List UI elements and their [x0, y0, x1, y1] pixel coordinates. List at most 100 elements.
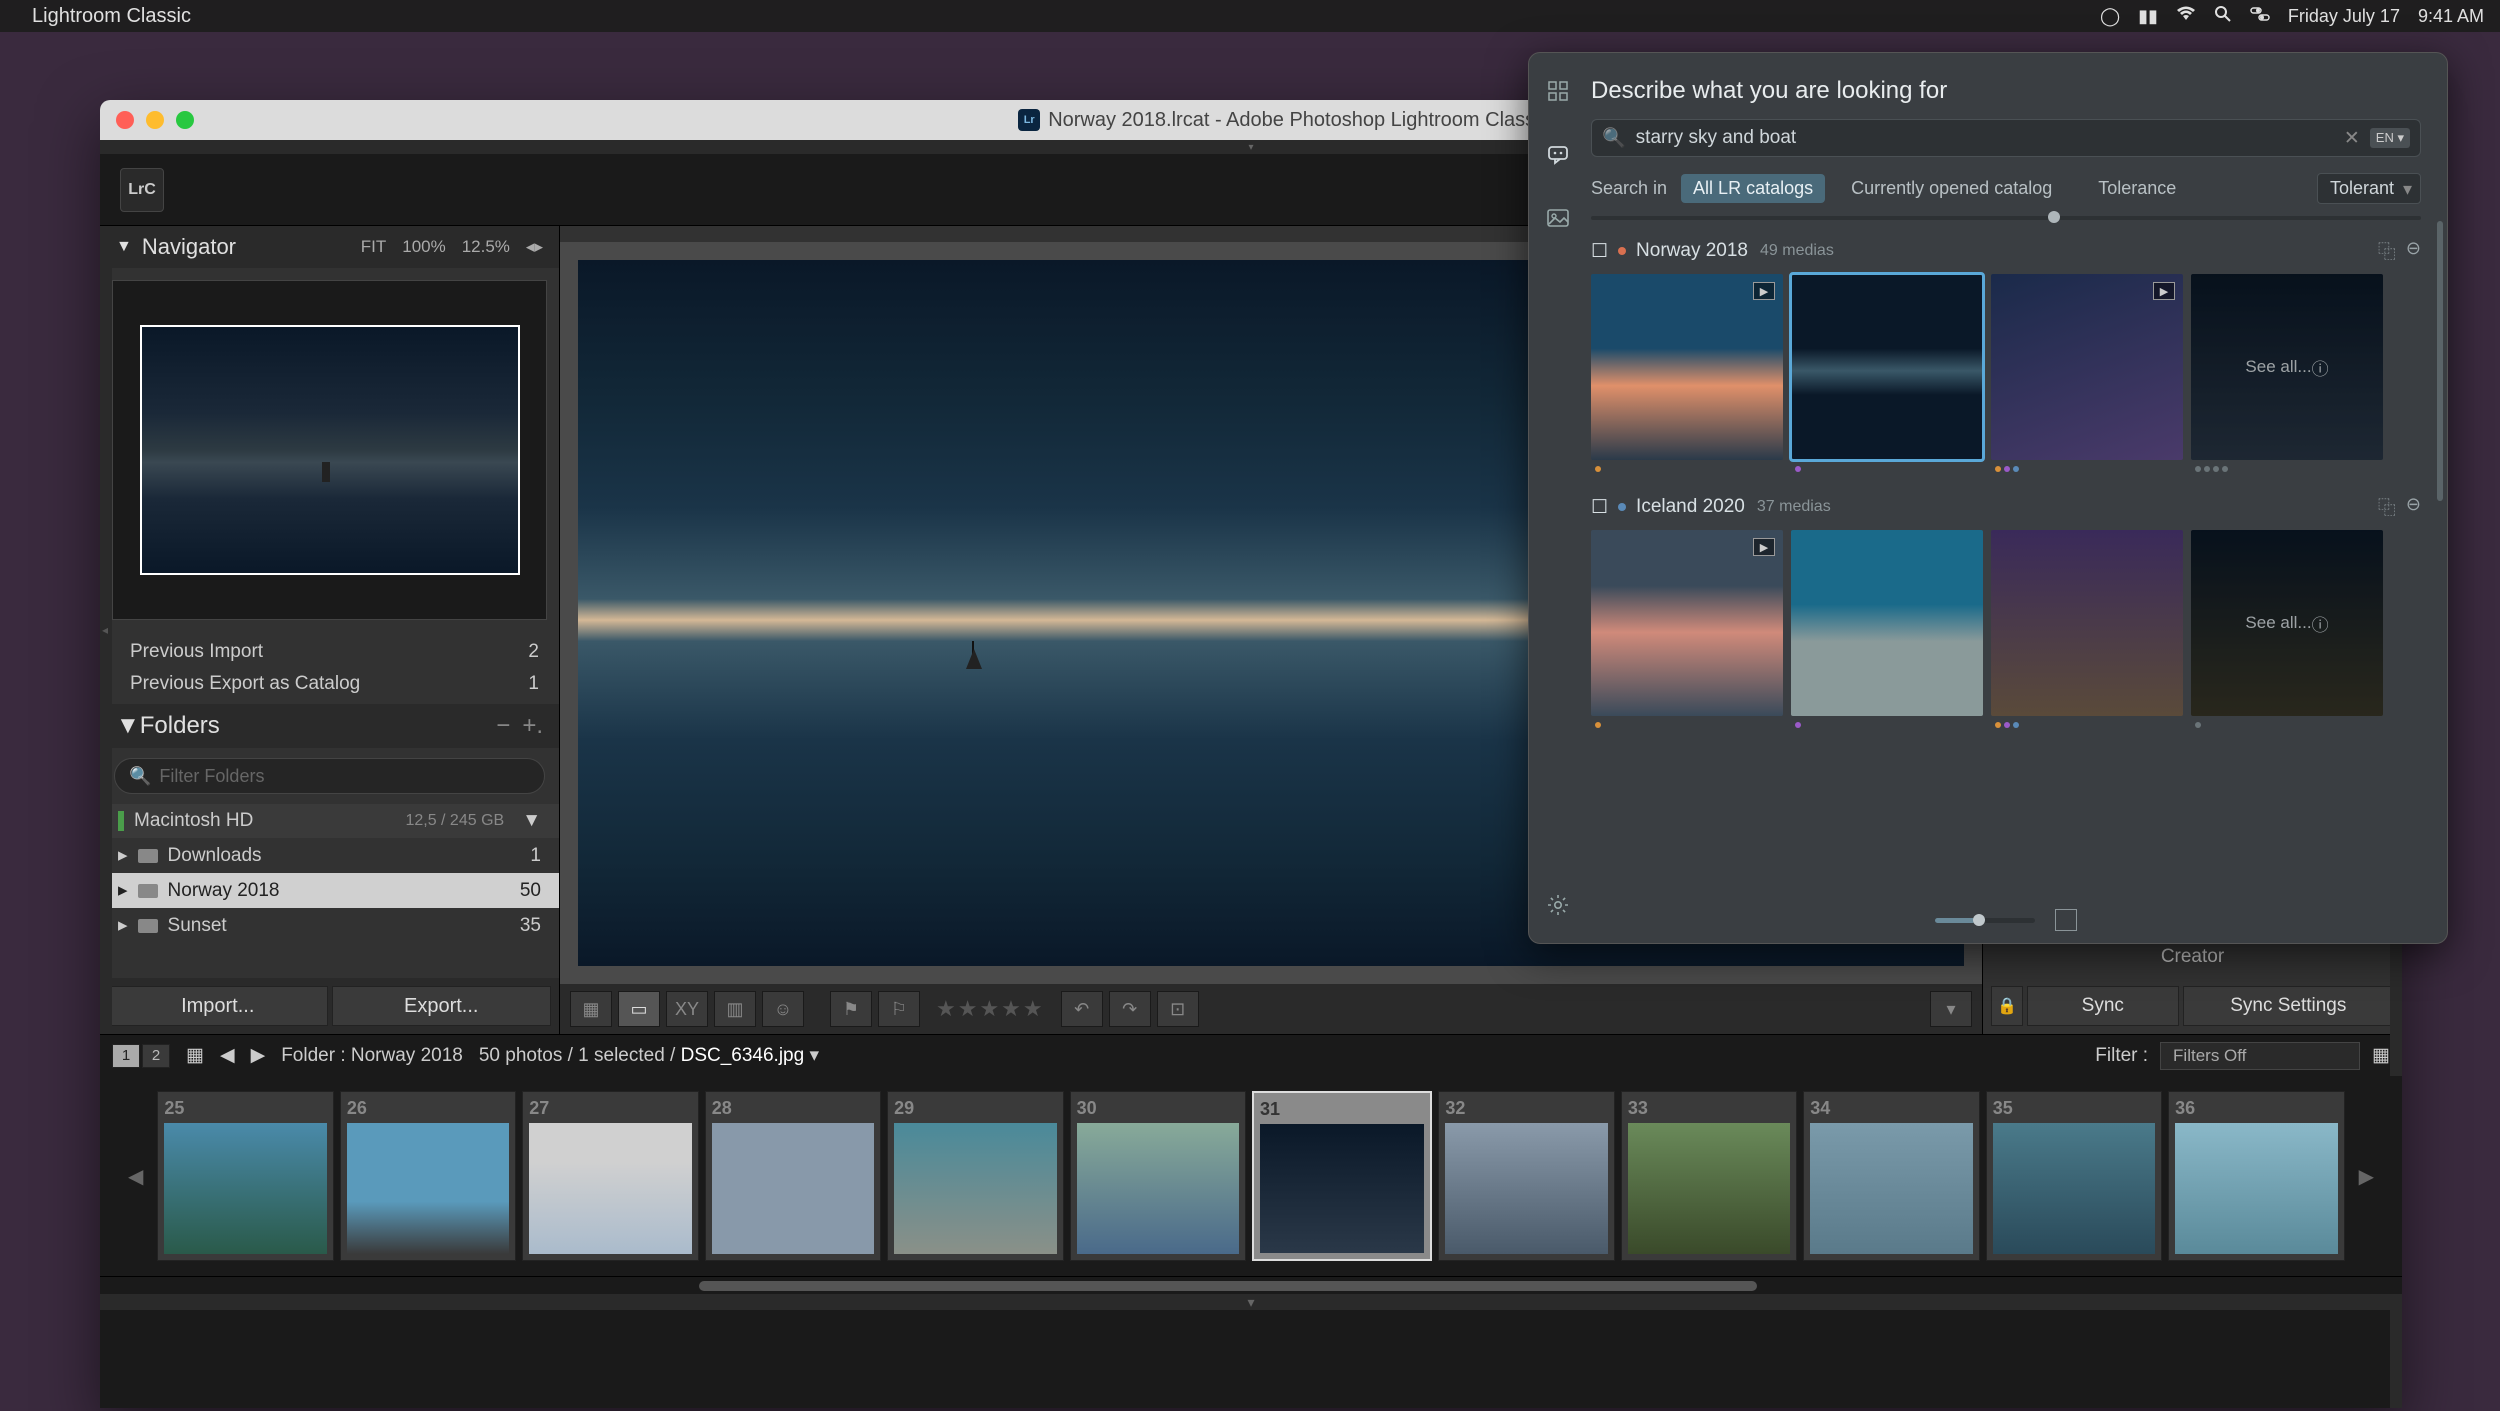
- menubar-date[interactable]: Friday July 17: [2288, 6, 2400, 27]
- zoom-menu-icon[interactable]: ◂▸: [526, 237, 543, 257]
- rail-grid-icon[interactable]: [1544, 77, 1572, 105]
- filmstrip-cell-selected[interactable]: 31: [1252, 1091, 1432, 1261]
- disclosure-icon[interactable]: ▸: [118, 914, 128, 937]
- secondary-display-button[interactable]: 2: [142, 1044, 170, 1068]
- filmstrip-cell[interactable]: 25: [157, 1091, 333, 1261]
- group-name[interactable]: Norway 2018: [1636, 240, 1748, 262]
- result-cell[interactable]: [1791, 530, 1983, 732]
- result-thumb[interactable]: [1791, 530, 1983, 716]
- folder-downloads[interactable]: ▸ Downloads 1: [100, 838, 559, 873]
- filmstrip-cell[interactable]: 29: [887, 1091, 1063, 1261]
- loupe-view-button[interactable]: ▭: [618, 991, 660, 1027]
- filmstrip-cell[interactable]: 28: [705, 1091, 881, 1261]
- folder-filter-input[interactable]: 🔍 Filter Folders: [114, 758, 545, 794]
- app-menu-name[interactable]: Lightroom Classic: [32, 5, 191, 28]
- catalog-previous-export[interactable]: Previous Export as Catalog 1: [100, 668, 559, 700]
- flag-reject-button[interactable]: ⚐: [878, 991, 920, 1027]
- filter-lock-icon[interactable]: ▦: [2372, 1044, 2390, 1067]
- filmstrip-scroll-right[interactable]: ▶: [2351, 1164, 2382, 1189]
- scrollbar-thumb[interactable]: [2437, 221, 2443, 501]
- volume-menu-icon[interactable]: ▼: [522, 810, 541, 832]
- folders-remove-icon[interactable]: −: [496, 712, 510, 740]
- group-remove-icon[interactable]: ⊖: [2406, 494, 2421, 520]
- navigator-header[interactable]: ▼ Navigator FIT 100% 12.5% ◂▸: [100, 226, 559, 268]
- nav-next-icon[interactable]: ▶: [251, 1044, 266, 1067]
- toolbar-menu-button[interactable]: ▾: [1930, 991, 1972, 1027]
- tolerance-slider[interactable]: [1591, 216, 2421, 220]
- zoom-12-5[interactable]: 12.5%: [462, 237, 510, 257]
- result-thumb[interactable]: ▶: [1591, 274, 1783, 460]
- sync-button[interactable]: Sync: [2027, 986, 2179, 1026]
- filmstrip[interactable]: ◀ 25 26 27 28 29 30 31 32 33 34 35 36 ▶: [100, 1076, 2402, 1276]
- thumbnail-layout-icon[interactable]: [2055, 909, 2077, 931]
- filmstrip-cell[interactable]: 32: [1438, 1091, 1614, 1261]
- slider-knob[interactable]: [1973, 914, 1985, 926]
- window-minimize-button[interactable]: [146, 111, 164, 129]
- breadcrumb-path[interactable]: Folder : Norway 2018: [281, 1045, 463, 1067]
- disclosure-icon[interactable]: ▸: [118, 879, 128, 902]
- scrollbar-thumb[interactable]: [699, 1281, 1758, 1291]
- group-name[interactable]: Iceland 2020: [1636, 496, 1745, 518]
- zoom-fit[interactable]: FIT: [361, 237, 387, 257]
- volume-row[interactable]: Macintosh HD 12,5 / 245 GB ▼: [100, 804, 559, 838]
- search-menubar-icon[interactable]: [2214, 5, 2232, 28]
- sync-settings-button[interactable]: Sync Settings: [2183, 986, 2394, 1026]
- result-thumb-see-all[interactable]: See all... ⓘ: [2191, 274, 2383, 460]
- clear-search-icon[interactable]: ✕: [2344, 127, 2360, 150]
- result-thumb[interactable]: [1991, 530, 2183, 716]
- filmstrip-cell[interactable]: 27: [522, 1091, 698, 1261]
- catalog-previous-import[interactable]: Previous Import 2: [100, 636, 559, 668]
- result-thumb[interactable]: ▶: [1591, 530, 1783, 716]
- group-copy-icon[interactable]: ⿻: [2378, 238, 2396, 264]
- result-cell-see-all[interactable]: See all... ⓘ: [2191, 530, 2383, 732]
- wifi-icon[interactable]: [2176, 6, 2196, 27]
- rating-stars[interactable]: ★★★★★: [936, 996, 1045, 1022]
- folder-norway-2018[interactable]: ▸ Norway 2018 50: [100, 873, 559, 908]
- filter-select[interactable]: Filters Off: [2160, 1042, 2360, 1070]
- bottom-panel-grip[interactable]: ▾: [100, 1294, 2402, 1310]
- filename-menu-icon[interactable]: ▾: [809, 1045, 819, 1066]
- navigator-preview[interactable]: [112, 280, 547, 620]
- battery-icon[interactable]: ▮▮: [2138, 6, 2158, 27]
- group-checkbox[interactable]: ☐: [1591, 240, 1608, 263]
- menubar-time[interactable]: 9:41 AM: [2418, 6, 2484, 27]
- folder-sunset[interactable]: ▸ Sunset 35: [100, 908, 559, 943]
- compare-view-button[interactable]: XY: [666, 991, 708, 1027]
- search-input[interactable]: 🔍 starry sky and boat ✕ EN ▾: [1591, 119, 2421, 157]
- filmstrip-scrollbar[interactable]: [100, 1276, 2402, 1294]
- control-center-icon[interactable]: [2250, 6, 2270, 27]
- sync-lock-icon[interactable]: 🔒: [1991, 986, 2023, 1026]
- metadata-creator[interactable]: Creator: [1983, 942, 2402, 972]
- filmstrip-cell[interactable]: 33: [1621, 1091, 1797, 1261]
- group-remove-icon[interactable]: ⊖: [2406, 238, 2421, 264]
- filmstrip-cell[interactable]: 36: [2168, 1091, 2344, 1261]
- tolerance-select[interactable]: Tolerant: [2317, 173, 2421, 204]
- disclosure-icon[interactable]: ▸: [118, 844, 128, 867]
- left-panel-grip[interactable]: ◂: [100, 226, 112, 1034]
- filmstrip-cell[interactable]: 30: [1070, 1091, 1246, 1261]
- selected-filename[interactable]: DSC_6346.jpg: [681, 1045, 805, 1066]
- window-zoom-button[interactable]: [176, 111, 194, 129]
- grid-icon[interactable]: ▦: [186, 1044, 204, 1067]
- result-cell-selected[interactable]: [1791, 274, 1983, 476]
- result-cell[interactable]: ▶: [1591, 274, 1783, 476]
- rotate-ccw-button[interactable]: ↶: [1061, 991, 1103, 1027]
- collapse-triangle-icon[interactable]: ▼: [116, 712, 140, 740]
- folders-add-icon[interactable]: +.: [522, 712, 543, 740]
- search-panel-scrollbar[interactable]: [2437, 221, 2443, 883]
- result-thumb-see-all[interactable]: See all... ⓘ: [2191, 530, 2383, 716]
- filmstrip-scroll-left[interactable]: ◀: [120, 1164, 151, 1189]
- group-checkbox[interactable]: ☐: [1591, 496, 1608, 519]
- nav-prev-icon[interactable]: ◀: [220, 1044, 235, 1067]
- result-cell[interactable]: ▶: [1991, 274, 2183, 476]
- zoom-100[interactable]: 100%: [402, 237, 445, 257]
- rail-chat-search-icon[interactable]: [1544, 141, 1572, 169]
- people-view-button[interactable]: ☺: [762, 991, 804, 1027]
- thumbnail-size-slider[interactable]: [1935, 918, 2035, 923]
- folders-header[interactable]: ▼ Folders − +.: [100, 704, 559, 748]
- grid-overlay-button[interactable]: ⊡: [1157, 991, 1199, 1027]
- result-cell[interactable]: [1991, 530, 2183, 732]
- rail-image-icon[interactable]: [1544, 205, 1572, 233]
- flag-pick-button[interactable]: ⚑: [830, 991, 872, 1027]
- filmstrip-cell[interactable]: 35: [1986, 1091, 2162, 1261]
